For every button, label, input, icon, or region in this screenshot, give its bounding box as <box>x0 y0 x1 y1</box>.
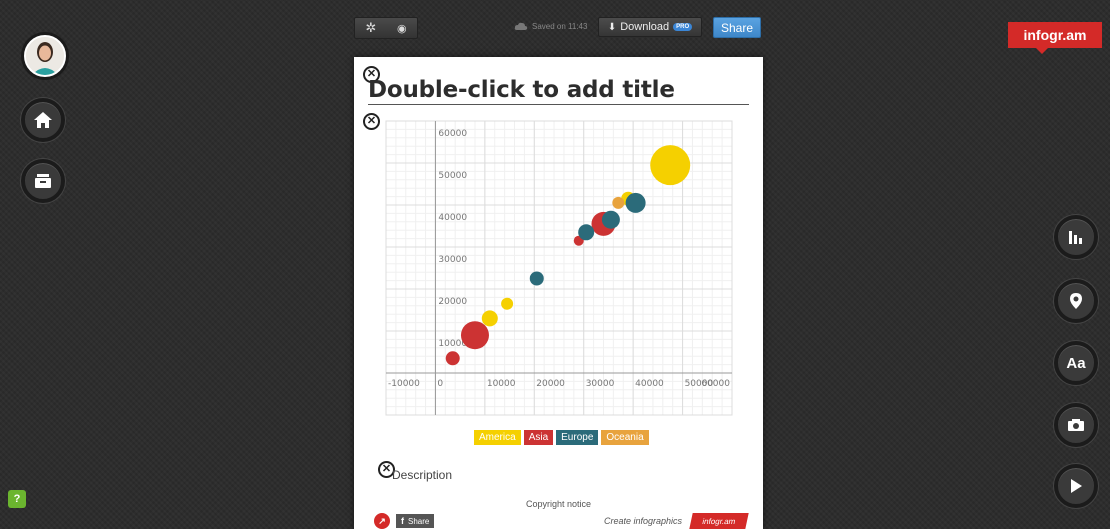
description-text[interactable]: Description <box>392 468 452 482</box>
add-photo-button[interactable] <box>1054 403 1098 447</box>
create-infographics-text[interactable]: Create infographics <box>604 516 682 526</box>
eye-icon[interactable]: ◉ <box>397 22 407 35</box>
y-tick-label: 30000 <box>438 255 467 265</box>
facebook-share-label: Share <box>408 516 430 526</box>
bubble-america <box>501 297 514 310</box>
bubble-europe <box>529 271 544 286</box>
bubble-europe <box>601 210 620 229</box>
x-tick-label: 60000 <box>701 379 730 389</box>
map-pin-icon <box>1070 293 1082 309</box>
bubble-america <box>650 145 691 186</box>
avatar[interactable] <box>21 32 69 80</box>
camera-icon <box>1068 419 1084 431</box>
home-button[interactable] <box>21 98 65 142</box>
facebook-icon: f <box>401 516 404 526</box>
x-tick-label: 20000 <box>536 379 565 389</box>
infogram-logo[interactable]: infogr.am <box>1008 22 1102 54</box>
remove-chart-icon[interactable]: ✕ <box>363 113 380 130</box>
y-tick-label: 20000 <box>438 297 467 307</box>
archive-button[interactable] <box>21 159 65 203</box>
copyright-notice[interactable]: Copyright notice <box>354 499 763 509</box>
share-button[interactable]: Share <box>713 17 761 38</box>
bubble-chart[interactable]: -10000100002000030000400005000060000-100… <box>384 119 734 433</box>
play-icon <box>1071 479 1082 493</box>
y-tick-label: 50000 <box>438 171 467 181</box>
infographic-canvas[interactable]: ✕ Double-click to add title ✕ -100001000… <box>354 57 763 529</box>
help-button[interactable]: ? <box>8 490 26 508</box>
x-tick-label: 30000 <box>586 379 615 389</box>
y-tick-label: 40000 <box>438 213 467 223</box>
x-tick-label: 40000 <box>635 379 664 389</box>
tool-group: ✲ ◉ <box>354 17 418 39</box>
add-chart-button[interactable] <box>1054 215 1098 259</box>
saved-label: Saved on 11:43 <box>532 22 588 31</box>
text-tool-label: Aa <box>1066 354 1086 372</box>
page-title[interactable]: Double-click to add title <box>368 77 749 105</box>
infogram-share-icon[interactable]: ↗ <box>374 513 390 529</box>
legend-item-oceania[interactable]: Oceania <box>601 430 649 445</box>
legend-item-europe[interactable]: Europe <box>556 430 599 445</box>
chart-legend: America Asia Europe Oceania <box>474 430 649 445</box>
x-tick-label: 0 <box>437 379 443 389</box>
archive-icon <box>35 174 51 188</box>
save-status: Saved on 11:43 <box>514 22 587 31</box>
avatar-image <box>26 37 64 75</box>
y-tick-label: 60000 <box>438 129 467 139</box>
download-icon: ⬇ <box>607 21 617 33</box>
cloud-icon <box>514 22 528 30</box>
gear-icon[interactable]: ✲ <box>365 20 376 36</box>
x-tick-label: 10000 <box>487 379 516 389</box>
infogram-small-logo[interactable]: infogr.am <box>689 513 749 529</box>
chart-svg: -10000100002000030000400005000060000-100… <box>385 120 733 433</box>
bubble-america <box>481 310 498 327</box>
bubble-europe <box>625 192 646 213</box>
bubble-europe <box>578 224 595 241</box>
bubble-oceania <box>612 196 625 209</box>
legend-item-america[interactable]: America <box>474 430 521 445</box>
facebook-share-button[interactable]: f Share <box>396 514 435 528</box>
add-map-button[interactable] <box>1054 279 1098 323</box>
download-button[interactable]: ⬇ Download PRO <box>598 17 702 37</box>
add-text-button[interactable]: Aa <box>1054 341 1098 385</box>
bubble-asia <box>460 321 489 350</box>
footer-share: ↗ f Share <box>374 513 435 529</box>
add-video-button[interactable] <box>1054 464 1098 508</box>
legend-item-asia[interactable]: Asia <box>523 430 554 445</box>
home-icon <box>34 112 52 128</box>
download-label: Download <box>620 21 670 33</box>
x-tick-label: -10000 <box>388 379 420 389</box>
bubble-asia <box>445 351 460 366</box>
pro-badge: PRO <box>673 23 693 31</box>
chart-icon <box>1069 231 1082 244</box>
